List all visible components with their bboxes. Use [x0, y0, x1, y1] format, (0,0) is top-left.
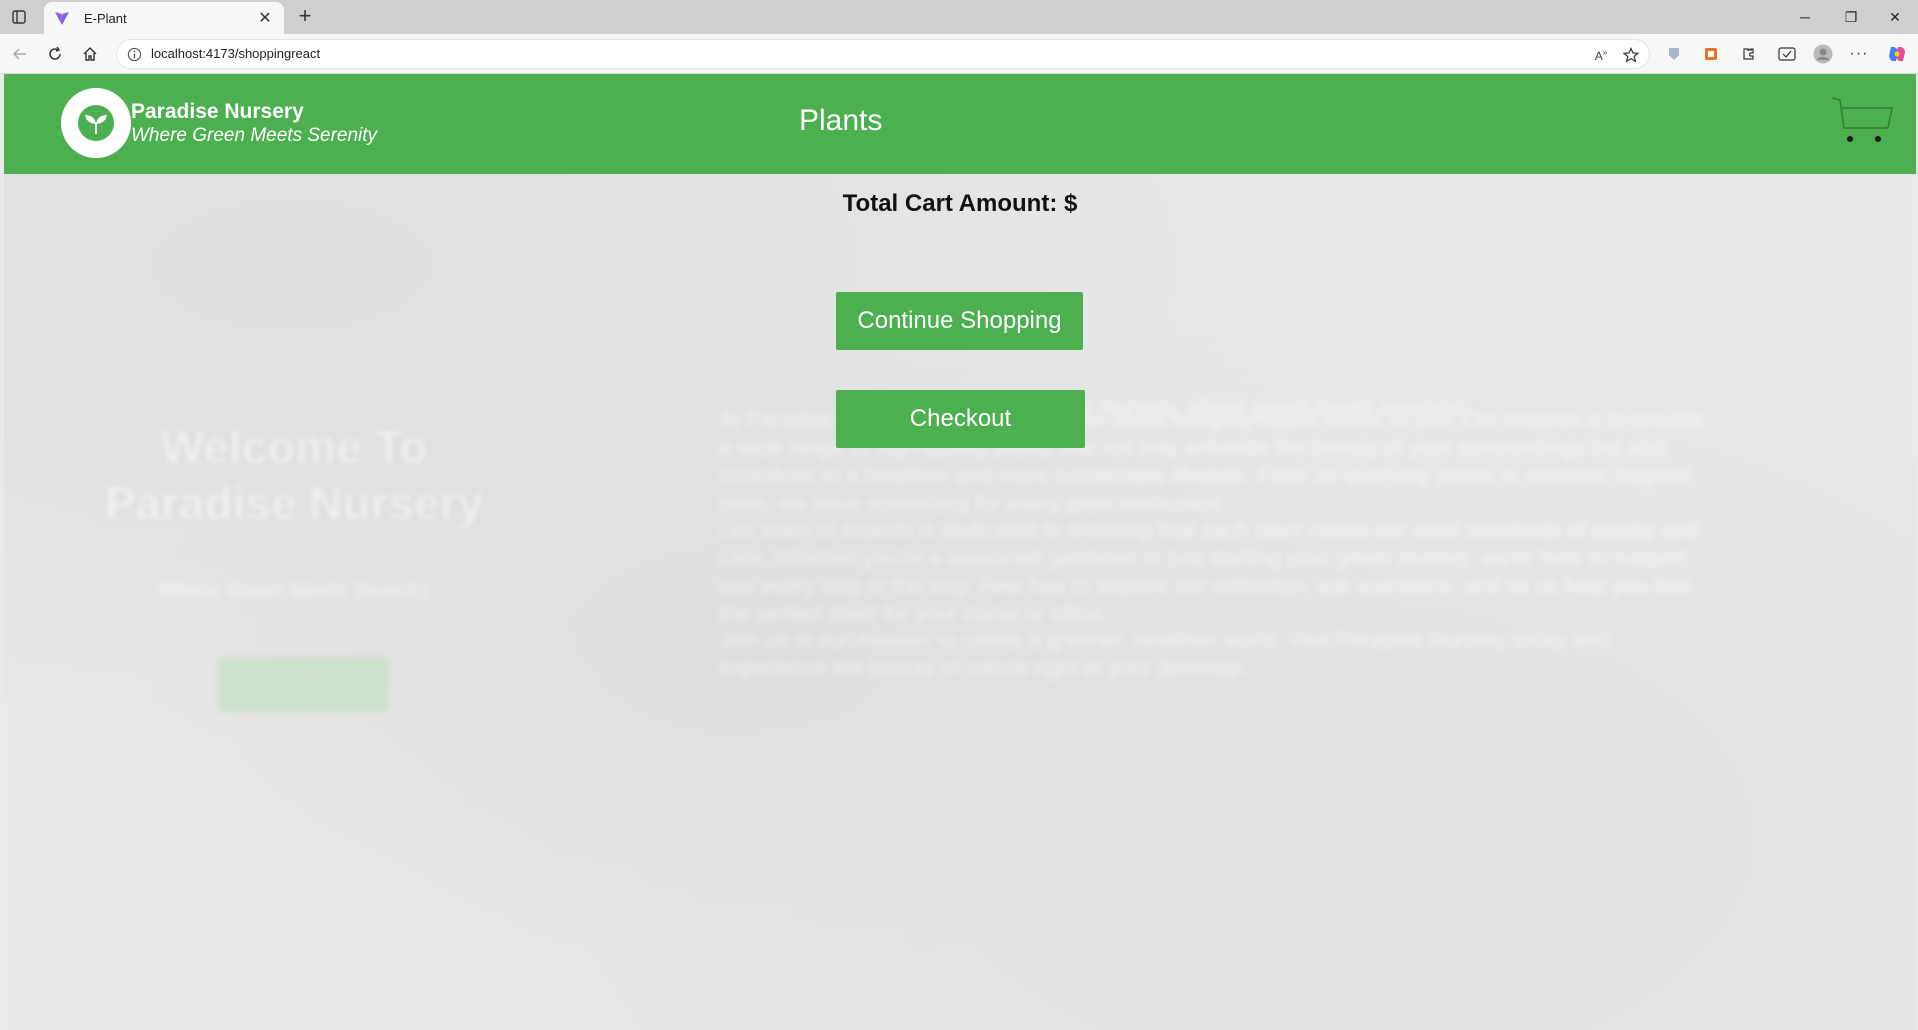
- home-icon[interactable]: [78, 42, 102, 66]
- copilot-icon[interactable]: [1886, 43, 1908, 65]
- close-window-icon[interactable]: ✕: [1872, 0, 1918, 34]
- checkout-button[interactable]: Checkout: [836, 390, 1085, 448]
- close-tab-icon[interactable]: ✕: [256, 8, 274, 28]
- page-viewport: Welcome To Paradise Nursery Where Green …: [4, 74, 1916, 1030]
- extension-pdf-icon[interactable]: [1700, 43, 1722, 65]
- back-icon[interactable]: [8, 42, 32, 66]
- site-navbar: Paradise Nursery Where Green Meets Seren…: [4, 74, 1916, 174]
- cart-total-label: Total Cart Amount: $: [842, 190, 1078, 217]
- profile-icon[interactable]: [1812, 43, 1834, 65]
- brand-name[interactable]: Paradise Nursery: [131, 100, 304, 124]
- favorite-star-icon[interactable]: [1621, 45, 1641, 65]
- browser-tab-bar: E-Plant ✕ + ─ ❐ ✕: [0, 0, 1918, 34]
- tab-actions-icon[interactable]: [10, 8, 28, 26]
- nav-plants-link[interactable]: Plants: [799, 104, 882, 138]
- logo[interactable]: [61, 88, 131, 158]
- cart-total-amount: Total Cart Amount: $: [4, 190, 1916, 218]
- minimize-icon[interactable]: ─: [1782, 0, 1828, 34]
- cart-icon[interactable]: [1830, 94, 1894, 158]
- vite-favicon: [55, 11, 69, 25]
- restore-icon[interactable]: ❐: [1828, 0, 1874, 34]
- brand-tagline: Where Green Meets Serenity: [131, 125, 378, 146]
- tab-title: E-Plant: [84, 10, 127, 26]
- read-aloud-icon[interactable]: A»: [1591, 45, 1611, 65]
- browser-tab[interactable]: E-Plant ✕: [44, 2, 284, 34]
- extension-shield-icon[interactable]: [1663, 43, 1685, 65]
- background-about-paragraph: Our team of experts is dedicated to ensu…: [719, 517, 1699, 626]
- new-tab-icon[interactable]: +: [292, 4, 318, 30]
- site-info-icon[interactable]: [127, 47, 142, 62]
- screenshot-icon[interactable]: [1776, 43, 1798, 65]
- address-bar-row: localhost:4173/shoppingreact A» ···: [0, 34, 1918, 74]
- background-welcome-heading: Welcome To Paradise Nursery: [104, 421, 484, 529]
- background-tagline: Where Green Meets Serenity: [158, 579, 430, 602]
- url-text: localhost:4173/shoppingreact: [151, 46, 321, 61]
- extensions-icon[interactable]: [1737, 43, 1759, 65]
- continue-shopping-button[interactable]: Continue Shopping: [836, 292, 1083, 350]
- reload-icon[interactable]: [43, 42, 67, 66]
- background-get-started-button: [218, 657, 388, 712]
- more-icon[interactable]: ···: [1848, 43, 1870, 65]
- url-field[interactable]: localhost:4173/shoppingreact A»: [116, 39, 1650, 69]
- background-about-paragraph: Join us in our mission to create a green…: [719, 627, 1609, 680]
- sprout-icon: [78, 105, 114, 141]
